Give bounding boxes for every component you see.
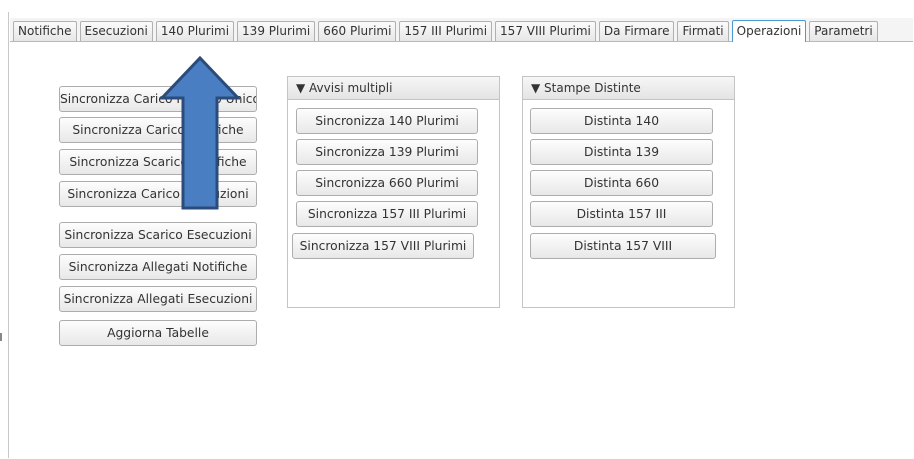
avvisi-button-sincronizza-660-plurimi[interactable]: Sincronizza 660 Plurimi xyxy=(296,170,478,196)
tab-bar: Notifiche Esecuzioni 140 Plurimi 139 Plurim… xyxy=(10,18,913,42)
avvisi-button-sincronizza-157-viii-plurimi[interactable]: Sincronizza 157 VIII Plurimi xyxy=(292,233,474,259)
arrow-up-icon xyxy=(160,56,240,210)
tab-operazioni[interactable]: Operazioni xyxy=(731,20,807,42)
tab-139-plurimi[interactable]: 139 Plurimi xyxy=(237,21,316,41)
avvisi-button-sincronizza-140-plurimi[interactable]: Sincronizza 140 Plurimi xyxy=(296,108,478,134)
avvisi-button-sincronizza-157-iii-plurimi[interactable]: Sincronizza 157 III Plurimi xyxy=(296,201,478,227)
window-edge-mark xyxy=(0,333,2,341)
left-button-sincronizza-allegati-notifiche[interactable]: Sincronizza Allegati Notifiche xyxy=(59,254,257,280)
stampe-distinte-header[interactable]: ▼ Stampe Distinte xyxy=(523,77,734,100)
tab-esecuzioni[interactable]: Esecuzioni xyxy=(79,21,153,41)
stampe-button-distinta-157-viii[interactable]: Distinta 157 VIII xyxy=(530,233,716,259)
tab-140-plurimi[interactable]: 140 Plurimi xyxy=(155,21,235,41)
tab-157-iii-plurimi[interactable]: 157 III Plurimi xyxy=(399,21,493,41)
left-button-sincronizza-allegati-esecuzioni[interactable]: Sincronizza Allegati Esecuzioni xyxy=(59,286,257,312)
tab-660-plurimi[interactable]: 660 Plurimi xyxy=(318,21,397,41)
tab-firmati[interactable]: Firmati xyxy=(677,21,729,41)
stampe-button-distinta-157-iii[interactable]: Distinta 157 III xyxy=(530,201,713,227)
stampe-button-distinta-660[interactable]: Distinta 660 xyxy=(530,170,713,196)
stampe-button-distinta-139[interactable]: Distinta 139 xyxy=(530,139,713,165)
tab-da-firmare[interactable]: Da Firmare xyxy=(598,21,675,41)
stampe-button-distinta-140[interactable]: Distinta 140 xyxy=(530,108,713,134)
left-button-sincronizza-scarico-esecuzioni[interactable]: Sincronizza Scarico Esecuzioni xyxy=(59,222,257,248)
tab-157-viii-plurimi[interactable]: 157 VIII Plurimi xyxy=(495,21,596,41)
tab-parametri[interactable]: Parametri xyxy=(809,21,878,41)
tab-notifiche[interactable]: Notifiche xyxy=(13,21,77,41)
left-button-aggiorna-tabelle[interactable]: Aggiorna Tabelle xyxy=(59,320,257,346)
avvisi-multipli-header[interactable]: ▼ Avvisi multipli xyxy=(288,77,499,100)
avvisi-button-sincronizza-139-plurimi[interactable]: Sincronizza 139 Plurimi xyxy=(296,139,478,165)
